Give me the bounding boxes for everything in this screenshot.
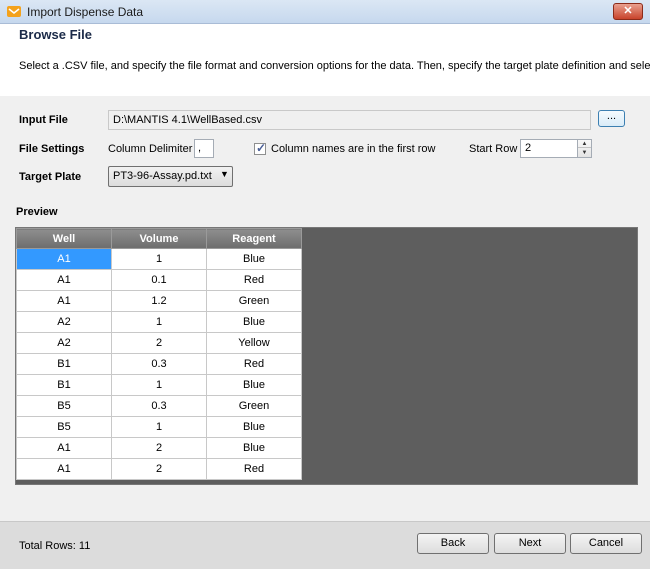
column-header-well[interactable]: Well [16,228,112,249]
spin-up-icon[interactable]: ▲ [578,140,591,148]
table-cell[interactable]: 1.2 [111,290,207,312]
file-settings-label: File Settings [19,143,85,155]
window-title: Import Dispense Data [27,5,144,19]
table-cell[interactable]: B1 [16,374,112,396]
target-plate-label: Target Plate [19,171,82,183]
table-row[interactable]: B5 0.3 Green [16,395,302,417]
spin-down-icon[interactable]: ▼ [578,149,591,157]
table-cell[interactable]: 1 [111,416,207,438]
table-cell[interactable]: Red [206,269,302,291]
table-cell[interactable]: A1 [16,269,112,291]
browse-button[interactable]: ... [598,110,625,127]
start-row-label: Start Row [469,143,518,155]
form-area: Input File D:\MANTIS 4.1\WellBased.csv .… [0,96,650,521]
table-cell[interactable]: 2 [111,437,207,459]
table-cell[interactable]: A1 [16,437,112,459]
table-row[interactable]: A1 1.2 Green [16,290,302,312]
table-body: A1 1 Blue A1 0.1 Red A1 1.2 Green A2 1 B… [16,248,302,480]
table-cell[interactable]: 1 [111,311,207,333]
preview-grid[interactable]: Well Volume Reagent A1 1 Blue A1 0.1 Red… [15,227,638,485]
target-plate-select[interactable]: PT3-96-Assay.pd.txt ▼ [108,166,233,187]
column-names-label[interactable]: Column names are in the first row [271,143,435,155]
back-button[interactable]: Back [417,533,489,554]
column-header-volume[interactable]: Volume [111,228,207,249]
table-cell[interactable]: Yellow [206,332,302,354]
table-cell[interactable]: Red [206,458,302,480]
start-row-stepper[interactable]: ▲ ▼ [577,139,592,158]
column-names-checkbox[interactable]: ✓ [254,141,267,155]
target-plate-value: PT3-96-Assay.pd.txt [113,170,212,182]
total-rows-status: Total Rows: 11 [19,540,91,552]
window-titlebar: Import Dispense Data ✕ [0,0,650,24]
dropdown-arrow-icon: ▼ [220,169,229,179]
table-header-row: Well Volume Reagent [16,228,302,249]
column-delimiter-label: Column Delimiter [108,143,193,155]
close-icon: ✕ [623,5,633,17]
next-button[interactable]: Next [494,533,566,554]
table-cell[interactable]: 2 [111,332,207,354]
table-cell[interactable]: Blue [206,437,302,459]
table-row[interactable]: A2 2 Yellow [16,332,302,354]
table-cell[interactable]: B5 [16,416,112,438]
table-cell[interactable]: Green [206,395,302,417]
checkmark-icon: ✓ [256,141,267,155]
table-cell[interactable]: 1 [111,248,207,270]
input-file-field[interactable]: D:\MANTIS 4.1\WellBased.csv [108,110,591,130]
column-header-reagent[interactable]: Reagent [206,228,302,249]
table-cell[interactable]: 0.3 [111,395,207,417]
table-row[interactable]: B1 1 Blue [16,374,302,396]
table-cell[interactable]: Blue [206,311,302,333]
footer-bar: Total Rows: 11 Back Next Cancel [0,521,650,569]
preview-table: Well Volume Reagent A1 1 Blue A1 0.1 Red… [16,228,302,480]
table-cell[interactable]: 0.3 [111,353,207,375]
table-cell[interactable]: Blue [206,416,302,438]
table-cell[interactable]: 0.1 [111,269,207,291]
header-panel: Browse File Select a .CSV file, and spec… [0,24,650,96]
app-icon [7,6,21,17]
table-cell[interactable]: B1 [16,353,112,375]
page-title: Browse File [19,27,92,42]
table-cell[interactable]: A2 [16,311,112,333]
table-row[interactable]: A1 0.1 Red [16,269,302,291]
start-row-input[interactable]: 2 [520,139,578,158]
table-cell[interactable]: A1 [16,290,112,312]
table-cell[interactable]: Blue [206,374,302,396]
table-cell[interactable]: A1 [16,458,112,480]
table-cell[interactable]: 1 [111,374,207,396]
table-row[interactable]: A2 1 Blue [16,311,302,333]
table-row[interactable]: B1 0.3 Red [16,353,302,375]
table-row[interactable]: A1 2 Blue [16,437,302,459]
table-cell[interactable]: Red [206,353,302,375]
preview-label: Preview [16,206,58,218]
table-cell[interactable]: Green [206,290,302,312]
table-row[interactable]: A1 2 Red [16,458,302,480]
page-description: Select a .CSV file, and specify the file… [19,60,650,72]
table-cell[interactable]: A1 [16,248,112,270]
input-file-label: Input File [19,114,68,126]
column-delimiter-input[interactable]: , [194,139,214,158]
table-cell[interactable]: Blue [206,248,302,270]
table-cell[interactable]: B5 [16,395,112,417]
close-button[interactable]: ✕ [613,3,643,20]
table-cell[interactable]: 2 [111,458,207,480]
table-row[interactable]: A1 1 Blue [16,248,302,270]
table-cell[interactable]: A2 [16,332,112,354]
cancel-button[interactable]: Cancel [570,533,642,554]
table-row[interactable]: B5 1 Blue [16,416,302,438]
